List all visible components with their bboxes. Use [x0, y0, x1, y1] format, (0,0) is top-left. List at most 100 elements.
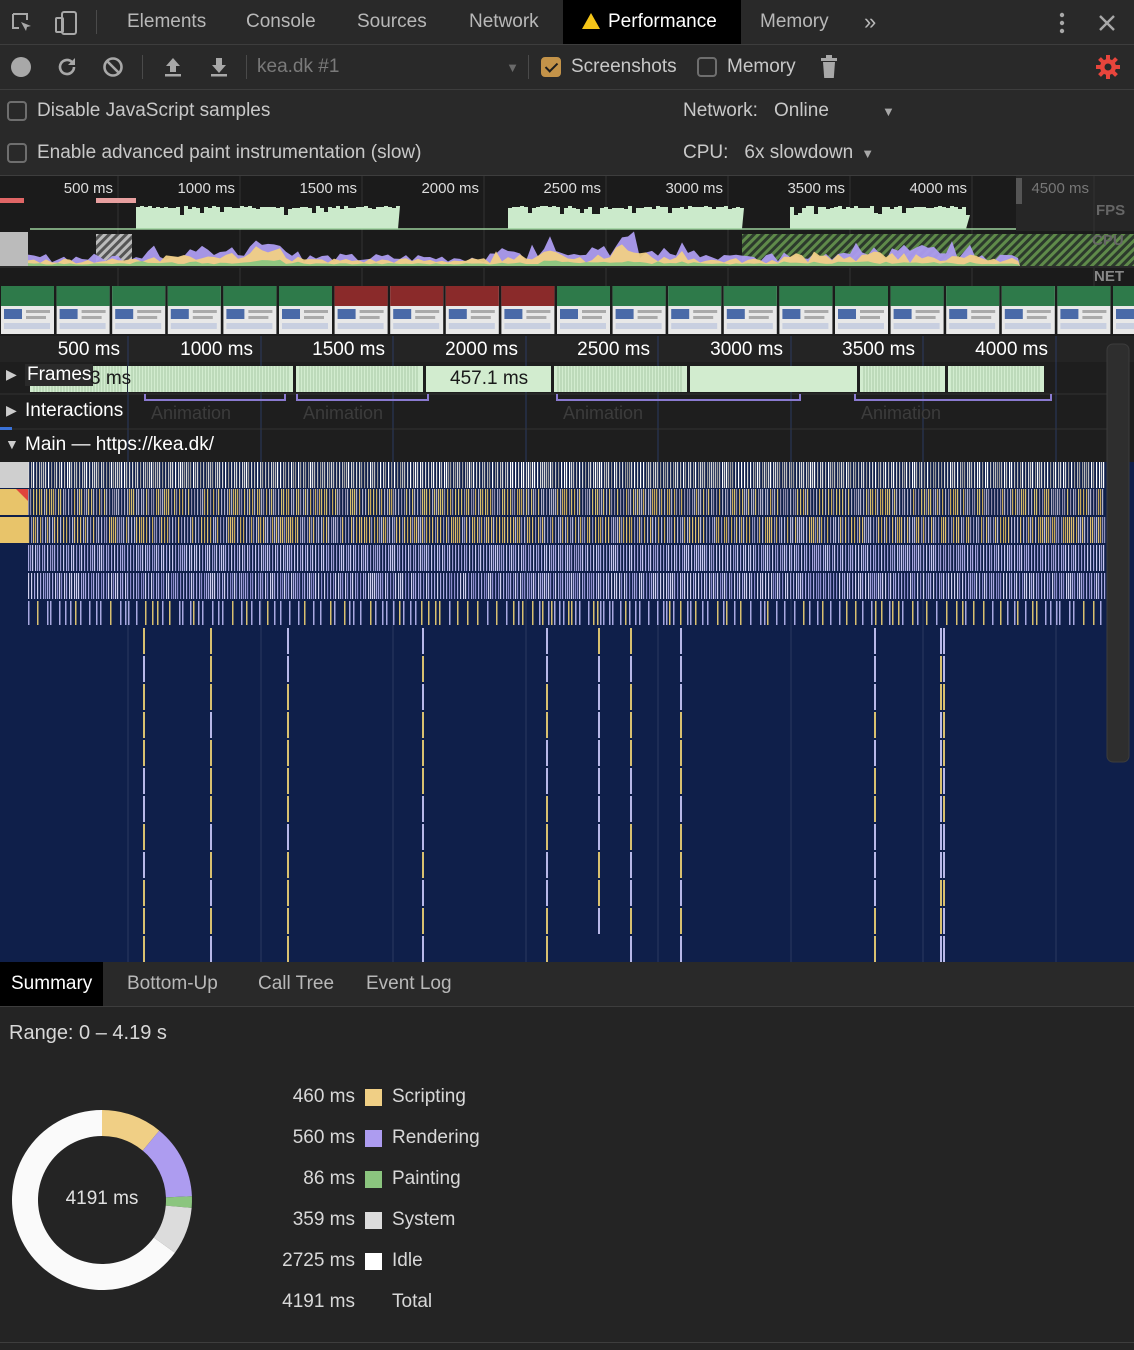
- flame-event: [204, 573, 206, 599]
- flame-event: [275, 462, 277, 488]
- flame-event: [1048, 545, 1050, 571]
- flame-event: [943, 573, 945, 599]
- tab-performance[interactable]: Performance: [563, 0, 741, 44]
- flame-event: [582, 573, 584, 599]
- flame-event: [878, 462, 880, 488]
- flame-event: [568, 601, 570, 625]
- flame-event: [218, 489, 220, 515]
- load-profile-icon[interactable]: [162, 45, 184, 89]
- flame-event: [587, 545, 589, 571]
- flame-event: [510, 517, 512, 543]
- inspect-element-icon[interactable]: [6, 0, 38, 45]
- flame-event: [323, 517, 325, 543]
- profile-select[interactable]: kea.dk #1 ▼: [257, 45, 519, 89]
- memory-toggle[interactable]: Memory: [697, 45, 796, 89]
- flame-event: [828, 462, 830, 488]
- flame-event: [424, 517, 426, 543]
- call-stack-event: [940, 628, 942, 654]
- flame-event: [1005, 517, 1007, 543]
- dropdown-arrow-icon[interactable]: ▼: [882, 104, 895, 119]
- tab-bottom-up[interactable]: Bottom-Up: [116, 962, 229, 1006]
- flame-event: [907, 545, 909, 571]
- tab-summary[interactable]: Summary: [0, 962, 104, 1006]
- flame-event: [481, 517, 483, 543]
- interactions-track-label[interactable]: Interactions: [25, 400, 123, 422]
- flame-event: [892, 601, 894, 625]
- reload-record-icon[interactable]: [56, 45, 78, 89]
- flame-event: [318, 545, 320, 571]
- collect-garbage-icon[interactable]: [819, 45, 839, 89]
- flame-event: [1084, 545, 1086, 571]
- flame-event: [523, 545, 525, 571]
- flame-event: [585, 545, 587, 571]
- timeline-overview[interactable]: 500 ms 1000 ms 1500 ms 2000 ms 2500 ms 3000 m…: [0, 176, 1134, 336]
- flame-event: [757, 573, 759, 599]
- dropdown-arrow-icon[interactable]: ▼: [861, 146, 874, 161]
- save-profile-icon[interactable]: [208, 45, 230, 89]
- interactions-expand-icon[interactable]: ▶: [6, 402, 17, 419]
- flame-event: [252, 489, 254, 515]
- flame-event: [365, 489, 367, 515]
- main-thread-label[interactable]: Main — https://kea.dk/: [25, 434, 214, 456]
- flame-event: [261, 489, 263, 515]
- flame-event: [339, 489, 341, 515]
- tab-console[interactable]: Console: [246, 0, 316, 44]
- flame-event: [715, 573, 717, 599]
- flame-event: [768, 462, 770, 488]
- capture-settings-gear-icon[interactable]: [1095, 45, 1121, 89]
- clear-icon[interactable]: [102, 45, 124, 89]
- flame-event: [521, 517, 523, 543]
- flame-event: [576, 462, 578, 488]
- screenshots-checkbox[interactable]: [541, 57, 561, 77]
- flame-chart[interactable]: Animation Animation Animation Animation 500…: [0, 336, 1134, 962]
- flame-event: [902, 601, 904, 625]
- frames-expand-icon[interactable]: ▶: [6, 366, 17, 383]
- screenshot-thumbnail: [501, 286, 555, 334]
- tab-sources[interactable]: Sources: [357, 0, 427, 44]
- close-icon[interactable]: [1094, 0, 1120, 45]
- disable-js-samples-option[interactable]: Disable JavaScript samples: [7, 90, 270, 132]
- flame-event: [455, 462, 457, 488]
- record-icon[interactable]: [10, 45, 32, 89]
- flame-event: [806, 517, 808, 543]
- network-select-value[interactable]: Online: [774, 100, 882, 122]
- flame-event: [106, 517, 108, 543]
- flame-event: [1024, 545, 1026, 571]
- flame-event: [940, 545, 942, 571]
- memory-checkbox[interactable]: [697, 57, 717, 77]
- flame-event: [1075, 489, 1077, 515]
- flame-event: [933, 462, 935, 488]
- tab-event-log[interactable]: Event Log: [355, 962, 463, 1006]
- flame-event: [976, 517, 978, 543]
- more-tabs-button[interactable]: »: [864, 0, 876, 44]
- cpu-select-value[interactable]: 6x slowdown: [744, 142, 853, 164]
- flame-event: [557, 489, 559, 515]
- flame-event: [335, 573, 337, 599]
- main-collapse-icon[interactable]: ▼: [5, 436, 19, 452]
- flame-event: [1067, 489, 1069, 515]
- flame-event: [1071, 462, 1073, 488]
- flame-event: [340, 517, 342, 543]
- tab-call-tree[interactable]: Call Tree: [247, 962, 345, 1006]
- screenshots-toggle[interactable]: Screenshots: [541, 45, 677, 89]
- frame-duration-label[interactable]: 457.1 ms: [450, 368, 528, 390]
- device-toolbar-icon[interactable]: [50, 0, 82, 45]
- advanced-paint-checkbox[interactable]: [7, 143, 27, 163]
- screenshot-thumbnail: [612, 286, 666, 334]
- flame-event: [688, 462, 690, 488]
- advanced-paint-option[interactable]: Enable advanced paint instrumentation (s…: [7, 132, 421, 174]
- disable-js-samples-checkbox[interactable]: [7, 101, 27, 121]
- flame-event: [972, 489, 974, 515]
- kebab-menu-icon[interactable]: [1050, 0, 1074, 45]
- tab-network[interactable]: Network: [469, 0, 539, 44]
- flame-event: [404, 489, 406, 515]
- flame-event: [626, 489, 628, 515]
- tab-elements[interactable]: Elements: [127, 0, 206, 44]
- flame-event: [599, 489, 601, 515]
- frames-track-label[interactable]: Frames: [25, 364, 94, 386]
- flame-event: [1055, 489, 1057, 515]
- call-stack-event: [598, 796, 600, 822]
- tab-memory[interactable]: Memory: [760, 0, 829, 44]
- flame-event: [41, 462, 43, 488]
- flame-event: [237, 489, 239, 515]
